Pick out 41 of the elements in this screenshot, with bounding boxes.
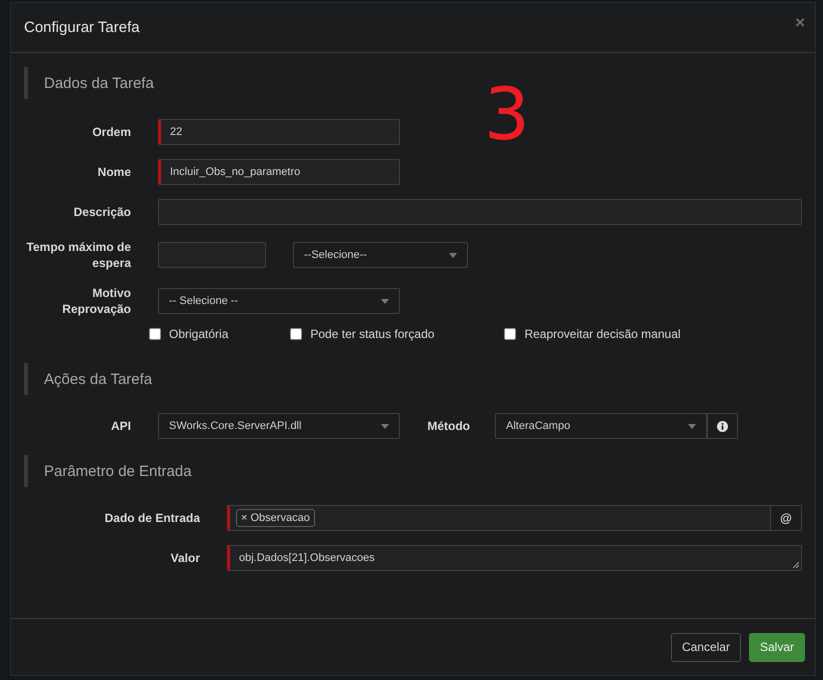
field-label: API	[110, 418, 131, 434]
caret-icon	[381, 298, 389, 304]
field-label: Valor	[170, 550, 200, 566]
checkbox-label: Obrigatória	[169, 327, 228, 341]
field-label: Tempo máximo de espera	[26, 239, 131, 271]
dialog-title: Configurar Tarefa	[24, 19, 140, 36]
annotation-number: 3	[484, 78, 530, 150]
field-label: Método	[426, 418, 470, 434]
at-button[interactable]: @	[771, 505, 802, 531]
save-button[interactable]: Salvar	[748, 632, 805, 662]
checkbox[interactable]	[149, 328, 161, 340]
section-title: Parâmetro de Entrada	[44, 462, 192, 480]
info-button[interactable]	[707, 413, 738, 439]
checkbox[interactable]	[504, 328, 516, 340]
text-field[interactable]	[158, 242, 266, 268]
caret-icon	[688, 424, 696, 428]
api-select[interactable]: SWorks.Core.ServerAPI.dll	[158, 413, 400, 439]
section-title: Ações da Tarefa	[44, 370, 152, 388]
tag[interactable]: × Observacao	[236, 509, 315, 527]
checkbox[interactable]	[290, 328, 302, 340]
caret-icon	[449, 252, 457, 258]
value-textarea[interactable]: obj.Dados[21].Observacoes	[227, 545, 802, 571]
resize-handle-icon	[793, 562, 799, 568]
reason-select[interactable]: -- Selecione --	[158, 288, 400, 314]
cancel-button[interactable]: Cancelar	[670, 632, 741, 662]
checkbox-label: Reaproveitar decisão manual	[524, 327, 681, 341]
text-field[interactable]: 22	[158, 119, 400, 145]
text-field[interactable]: Incluir_Obs_no_parametro	[158, 159, 400, 185]
caret-icon	[381, 424, 389, 428]
text-field[interactable]	[158, 199, 802, 225]
tag-field[interactable]: × Observacao	[227, 505, 771, 531]
method-select[interactable]: AlteraCampo	[495, 413, 707, 439]
checkbox-label: Pode ter status forçado	[310, 327, 434, 341]
info-icon	[717, 420, 728, 432]
field-label: Descrição	[72, 204, 131, 220]
field-label: Nome	[96, 164, 131, 180]
field-label: Motivo Reprovação	[61, 285, 131, 317]
unit-select[interactable]: --Selecione--	[293, 242, 468, 268]
field-label: Ordem	[91, 124, 131, 140]
field-label: Dado de Entrada	[104, 510, 200, 526]
section-title: Dados da Tarefa	[44, 74, 154, 92]
